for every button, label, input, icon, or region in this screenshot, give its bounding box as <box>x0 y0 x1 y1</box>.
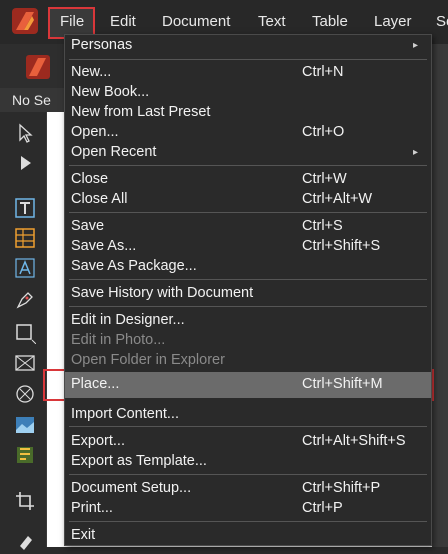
menu-separator <box>69 212 427 213</box>
pen-tool-icon[interactable] <box>14 289 36 311</box>
rectangle-tool-icon[interactable] <box>14 322 36 344</box>
menu-document[interactable]: Document <box>162 13 230 30</box>
menu-item-save-as-package[interactable]: Save As Package... <box>71 258 197 274</box>
affinity-publisher-logo[interactable] <box>12 8 38 34</box>
menu-item-new-from-last-preset[interactable]: New from Last Preset <box>71 104 210 120</box>
shortcut-document-setup: Ctrl+Shift+P <box>302 480 381 496</box>
shortcut-save: Ctrl+S <box>302 218 343 234</box>
place-image-tool-icon[interactable] <box>14 414 36 436</box>
menu-file[interactable]: File <box>60 13 84 30</box>
menu-select-partial[interactable]: Se <box>436 13 448 30</box>
shortcut-place: Ctrl+Shift+M <box>302 376 383 392</box>
menu-layer[interactable]: Layer <box>374 13 412 30</box>
menu-table[interactable]: Table <box>312 13 348 30</box>
menu-item-new[interactable]: New... <box>71 64 111 80</box>
menu-separator <box>69 59 427 60</box>
menu-item-place[interactable]: Place... <box>71 376 119 392</box>
picture-frame-tool-icon[interactable] <box>14 352 36 374</box>
ellipse-frame-tool-icon[interactable] <box>14 383 36 405</box>
menu-item-exit[interactable]: Exit <box>71 527 95 543</box>
menu-item-open-recent[interactable]: Open Recent <box>71 144 156 160</box>
menu-item-open[interactable]: Open... <box>71 124 119 140</box>
menu-separator <box>69 474 427 475</box>
menu-item-export-as-template[interactable]: Export as Template... <box>71 453 207 469</box>
fill-tool-icon[interactable] <box>14 532 36 554</box>
file-menu-dropdown: Personas ▸ New... Ctrl+N New Book... New… <box>64 34 432 546</box>
shortcut-save-as: Ctrl+Shift+S <box>302 238 381 254</box>
menu-separator <box>69 306 427 307</box>
table-tool-icon[interactable] <box>14 227 36 249</box>
move-tool-icon[interactable] <box>14 122 36 144</box>
menu-separator <box>69 426 427 427</box>
menu-item-print[interactable]: Print... <box>71 500 113 516</box>
shortcut-export: Ctrl+Alt+Shift+S <box>302 433 406 449</box>
menu-separator <box>69 279 427 280</box>
menu-item-close-all[interactable]: Close All <box>71 191 127 207</box>
shortcut-new: Ctrl+N <box>302 64 344 80</box>
menu-item-edit-in-photo: Edit in Photo... <box>71 332 166 348</box>
menu-text[interactable]: Text <box>258 13 286 30</box>
menu-item-open-folder: Open Folder in Explorer <box>71 352 225 368</box>
tools-panel <box>0 112 47 550</box>
menu-item-personas[interactable]: Personas <box>71 37 132 53</box>
menu-edit[interactable]: Edit <box>110 13 136 30</box>
menu-item-new-book[interactable]: New Book... <box>71 84 149 100</box>
selection-status: No Se <box>12 92 51 108</box>
submenu-arrow-icon: ▸ <box>413 40 419 51</box>
persona-logo-icon[interactable] <box>26 55 50 79</box>
menu-item-close[interactable]: Close <box>71 171 108 187</box>
shortcut-open: Ctrl+O <box>302 124 345 140</box>
node-tool-icon[interactable] <box>14 152 36 174</box>
artistic-text-tool-icon[interactable] <box>14 257 36 279</box>
frame-text-tool-icon[interactable] <box>14 197 36 219</box>
shortcut-print: Ctrl+P <box>302 500 343 516</box>
menu-item-export[interactable]: Export... <box>71 433 125 449</box>
menu-item-document-setup[interactable]: Document Setup... <box>71 480 191 496</box>
crop-tool-icon[interactable] <box>14 490 36 512</box>
submenu-arrow-icon: ▸ <box>413 147 419 158</box>
vector-crop-tool-icon[interactable] <box>14 444 36 466</box>
shortcut-close-all: Ctrl+Alt+W <box>302 191 373 207</box>
menu-item-import-content[interactable]: Import Content... <box>71 406 179 422</box>
shortcut-close: Ctrl+W <box>302 171 347 187</box>
right-panel-strip <box>432 44 448 547</box>
menu-item-save-as[interactable]: Save As... <box>71 238 136 254</box>
menu-item-edit-in-designer[interactable]: Edit in Designer... <box>71 312 185 328</box>
menu-separator <box>69 165 427 166</box>
menu-item-save-history[interactable]: Save History with Document <box>71 285 253 301</box>
menu-item-save[interactable]: Save <box>71 218 104 234</box>
menu-separator <box>69 521 427 522</box>
